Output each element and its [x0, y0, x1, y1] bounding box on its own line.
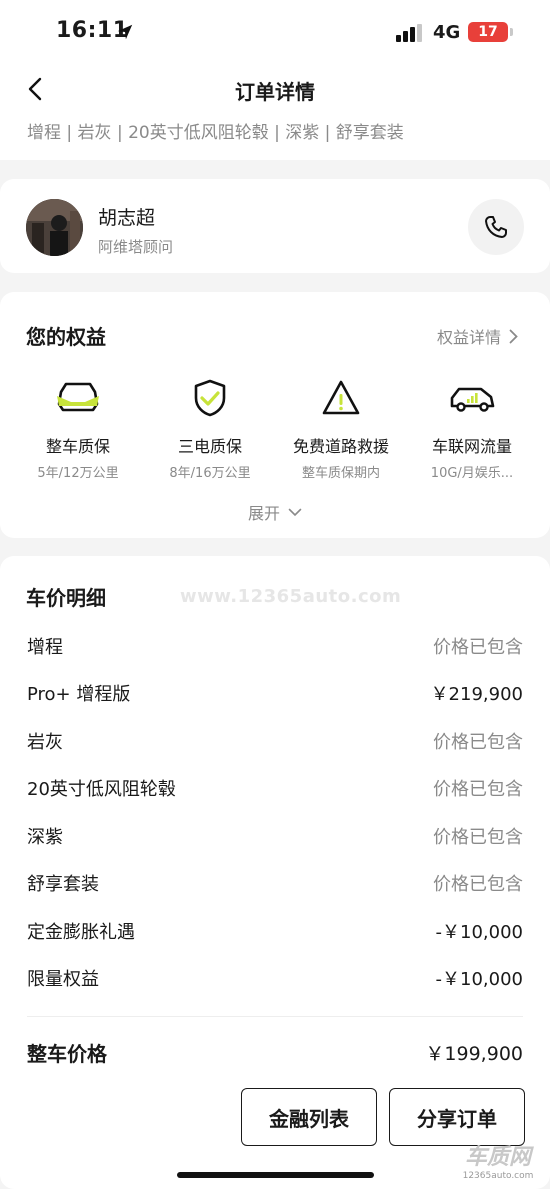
price-row: 20英寸低风阻轮毂 价格已包含 [27, 773, 523, 803]
total-price-value: ￥199,900 [425, 1043, 523, 1065]
price-row-value: 价格已包含 [433, 732, 523, 753]
benefit-label: 车联网流量 [431, 437, 512, 456]
battery-indicator: 17 [468, 22, 513, 42]
benefit-sub: 8年/16万公里 [169, 466, 251, 481]
benefit-road-assistance[interactable]: 免费道路救援 整车质保期内 [271, 378, 411, 481]
price-row-label: 20英寸低风阻轮毂 [27, 779, 176, 800]
corner-logo: 车质网 12365auto.com [456, 1139, 540, 1181]
corner-logo-text: 车质网 [464, 1145, 531, 1170]
chevron-right-icon [509, 329, 518, 343]
benefit-battery-warranty[interactable]: 三电质保 8年/16万公里 [140, 378, 280, 481]
network-type: 4G [433, 22, 461, 43]
car-shield-icon [57, 382, 99, 412]
price-row-value: -￥10,000 [435, 922, 523, 943]
total-price-row: 整车价格 ￥199,900 [27, 1038, 523, 1067]
price-row-value: ￥219,900 [430, 684, 523, 705]
page-header: 订单详情 增程 | 岩灰 | 20英寸低风阻轮毂 | 深紫 | 舒享套装 [0, 62, 550, 160]
advisor-role: 阿维塔顾问 [98, 238, 174, 256]
order-detail-screen: 16:11 4G 17 订单详情 增程 | 岩灰 | 20英寸低风阻轮毂 | 深… [0, 0, 550, 1189]
benefits-section: 您的权益 权益详情 整车质保 5年/12万公里 三电质保 8年/16万公里 免费… [0, 292, 550, 538]
price-details-section: 车价明细 www.12365auto.com 增程 价格已包含 Pro+ 增程版… [0, 556, 550, 1189]
benefits-detail-label: 权益详情 [436, 328, 501, 347]
price-row: Pro+ 增程版 ￥219,900 [27, 678, 523, 708]
price-row: 增程 价格已包含 [27, 631, 523, 661]
price-row-label: 限量权益 [27, 969, 99, 990]
price-row-value: -￥10,000 [435, 969, 523, 990]
price-row-value: 价格已包含 [433, 827, 523, 848]
price-row: 舒享套装 价格已包含 [27, 868, 523, 898]
call-advisor-button[interactable] [468, 199, 524, 255]
chevron-down-icon [288, 508, 302, 516]
shield-check-icon [194, 379, 226, 417]
avatar [26, 199, 83, 256]
expand-label: 展开 [247, 504, 280, 523]
finance-list-button[interactable]: 金融列表 [241, 1088, 377, 1146]
watermark: www.12365auto.com [180, 586, 402, 607]
location-arrow-icon [117, 24, 133, 40]
warning-triangle-icon [322, 380, 360, 415]
price-row-value: 价格已包含 [433, 637, 523, 658]
price-row-label: 岩灰 [27, 732, 63, 753]
home-indicator[interactable] [177, 1172, 374, 1178]
status-bar: 16:11 4G 17 [0, 0, 550, 62]
price-row-label: 舒享套装 [27, 874, 99, 895]
price-row: 定金膨胀礼遇 -￥10,000 [27, 916, 523, 946]
price-row-label: 增程 [27, 637, 63, 658]
divider [27, 1016, 523, 1017]
share-order-button[interactable]: 分享订单 [389, 1088, 525, 1146]
price-row: 深紫 价格已包含 [27, 821, 523, 851]
benefit-label: 整车质保 [45, 437, 110, 456]
connected-car-icon [450, 387, 495, 412]
benefit-sub: 整车质保期内 [301, 466, 380, 481]
phone-icon [485, 216, 507, 238]
price-details-title: 车价明细 [26, 586, 106, 610]
price-row: 限量权益 -￥10,000 [27, 963, 523, 993]
price-row-value: 价格已包含 [433, 874, 523, 895]
signal-icon [396, 24, 422, 42]
order-config-summary: 增程 | 岩灰 | 20英寸低风阻轮毂 | 深紫 | 舒享套装 [27, 123, 404, 143]
expand-benefits-button[interactable]: 展开 [0, 500, 550, 524]
benefit-label: 免费道路救援 [292, 437, 389, 456]
benefits-detail-link[interactable]: 权益详情 [437, 324, 518, 348]
benefit-data-plan[interactable]: 车联网流量 10G/月娱乐... [402, 378, 542, 481]
advisor-name: 胡志超 [98, 207, 156, 229]
price-row: 岩灰 价格已包含 [27, 726, 523, 756]
price-row-label: Pro+ 增程版 [27, 684, 131, 705]
total-price-label: 整车价格 [27, 1042, 107, 1066]
price-row-value: 价格已包含 [433, 779, 523, 800]
price-row-label: 深紫 [27, 827, 63, 848]
benefit-sub: 10G/月娱乐... [430, 466, 514, 481]
benefit-sub: 5年/12万公里 [37, 466, 119, 481]
benefit-label: 三电质保 [177, 437, 242, 456]
benefit-vehicle-warranty[interactable]: 整车质保 5年/12万公里 [8, 378, 148, 481]
corner-logo-url: 12365auto.com [462, 1171, 534, 1181]
page-title: 订单详情 [235, 80, 315, 104]
benefits-title: 您的权益 [26, 325, 106, 349]
price-row-label: 定金膨胀礼遇 [27, 922, 135, 943]
